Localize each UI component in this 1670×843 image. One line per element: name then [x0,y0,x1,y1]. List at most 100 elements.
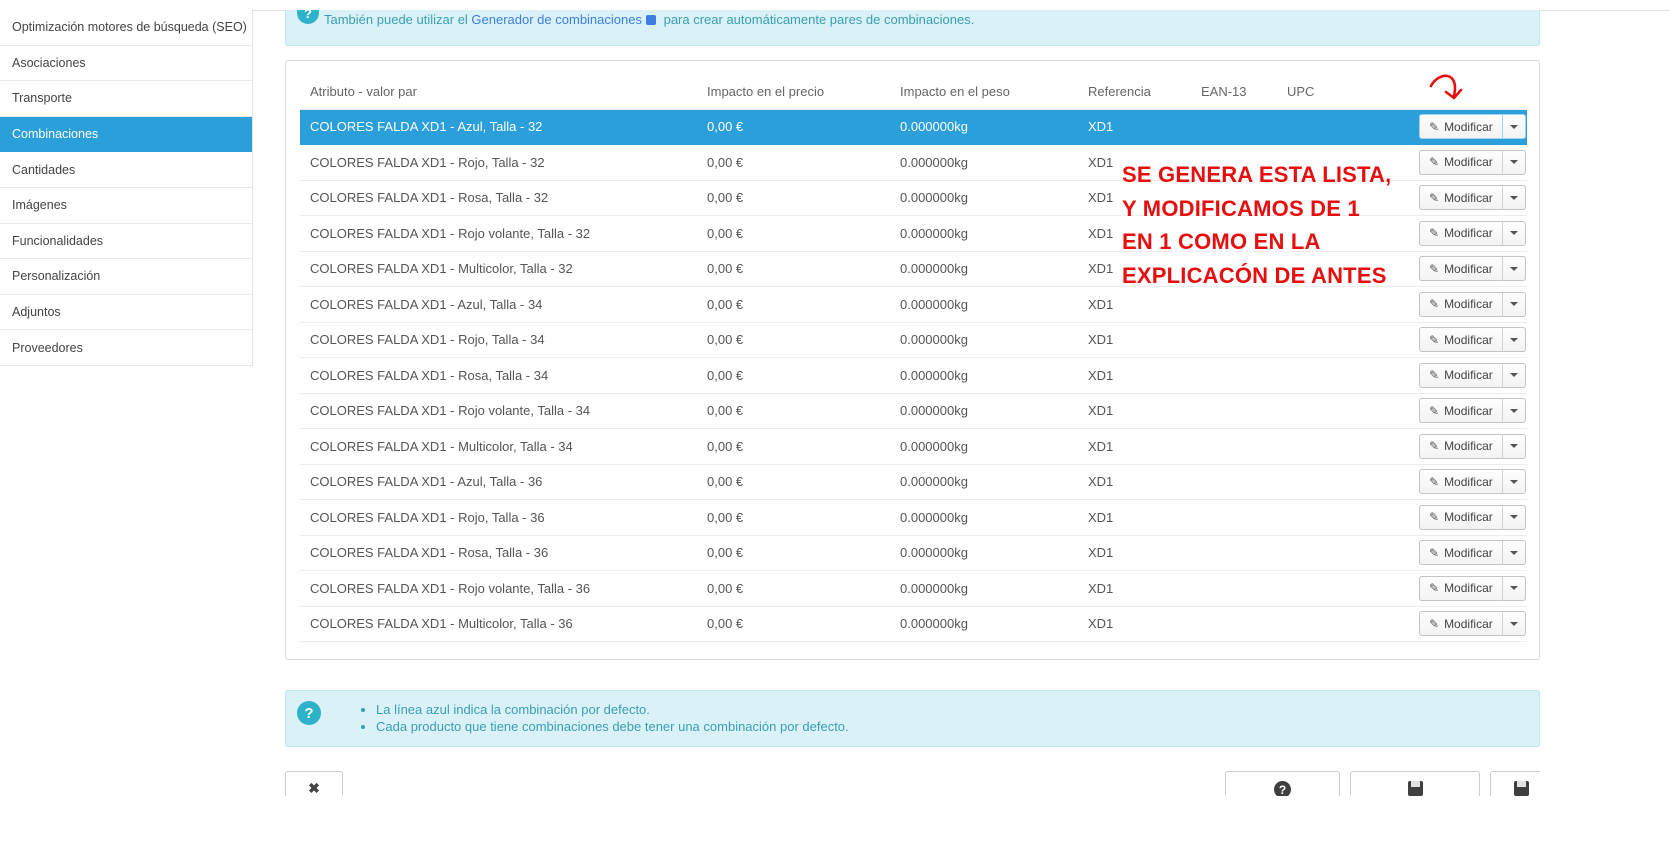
cell-ean13 [1191,535,1277,571]
cell-attribute-pair: COLORES FALDA XD1 - Rojo volante, Talla … [300,570,697,607]
modify-dropdown-toggle[interactable] [1502,398,1526,424]
pencil-icon: ✎ [1429,332,1440,347]
caret-down-icon [1509,408,1518,413]
red-annotation-line: SE GENERA ESTA LISTA, [1122,162,1392,187]
cell-upc [1277,357,1409,394]
pencil-icon: ✎ [1429,403,1440,418]
cell-price-impact: 0,00 € [697,393,890,429]
cell-actions: ✎ Modificar [1409,215,1527,252]
caret-down-icon [1509,479,1518,484]
modify-dropdown-toggle[interactable] [1502,256,1526,282]
note-text-after: para crear automáticamente pares de comb… [659,12,975,27]
cell-attribute-pair: COLORES FALDA XD1 - Rosa, Talla - 36 [300,535,697,571]
modify-button-group: ✎ Modificar [1419,185,1526,211]
sidebar-item-funcionalidades[interactable]: Funcionalidades [0,224,252,260]
sidebar-item-transporte[interactable]: Transporte [0,81,252,117]
modify-dropdown-toggle[interactable] [1502,469,1526,495]
cell-price-impact: 0,00 € [697,499,890,536]
help-button[interactable]: ? [1225,771,1340,796]
modify-dropdown-toggle[interactable] [1502,504,1526,530]
modify-button[interactable]: ✎ Modificar [1419,327,1503,353]
cell-actions: ✎ Modificar [1409,606,1527,642]
cell-attribute-pair: COLORES FALDA XD1 - Rojo, Talla - 32 [300,144,697,181]
modify-button-group: ✎ Modificar [1419,291,1526,317]
modify-dropdown-toggle[interactable] [1502,114,1526,140]
caret-down-icon [1509,515,1518,520]
modify-button[interactable]: ✎ Modificar [1419,433,1503,459]
caret-down-icon [1509,124,1518,129]
modify-button[interactable]: ✎ Modificar [1419,114,1503,140]
modify-button-group: ✎ Modificar [1419,114,1526,140]
modify-dropdown-toggle[interactable] [1502,433,1526,459]
column-header: Impacto en el peso [890,75,1078,110]
save-and-stay-button[interactable] [1350,771,1480,796]
modify-button[interactable]: ✎ Modificar [1419,504,1503,530]
sidebar-item-asociaciones[interactable]: Asociaciones [0,46,252,82]
sidebar-item-im-genes[interactable]: Imágenes [0,188,252,224]
save-button[interactable] [1490,771,1540,796]
modify-button[interactable]: ✎ Modificar [1419,469,1503,495]
sidebar-item-proveedores[interactable]: Proveedores [0,330,252,366]
cell-attribute-pair: COLORES FALDA XD1 - Rojo, Talla - 36 [300,499,697,536]
modify-dropdown-toggle[interactable] [1502,327,1526,353]
cell-weight-impact: 0.000000kg [890,322,1078,358]
modify-button-group: ✎ Modificar [1419,469,1526,495]
bottom-note-bullets: La línea azul indica la combinación por … [286,702,1539,735]
cell-reference: XD1 [1078,357,1191,394]
sidebar-item-optimizaci-n-motores-de-b-squeda-seo[interactable]: Optimización motores de búsqueda (SEO) [0,10,252,46]
red-annotation-line: Y MODIFICAMOS DE 1 [1122,195,1360,221]
modify-dropdown-toggle[interactable] [1502,575,1526,601]
modify-dropdown-toggle[interactable] [1502,362,1526,388]
external-link-icon [645,15,656,25]
cell-price-impact: 0,00 € [697,322,890,358]
sidebar-item-personalizaci-n[interactable]: Personalización [0,259,252,295]
cell-upc [1277,109,1409,145]
sidebar-item-adjuntos[interactable]: Adjuntos [0,295,252,331]
cell-weight-impact: 0.000000kg [890,109,1078,145]
modify-dropdown-toggle[interactable] [1502,611,1526,637]
red-annotation: SE GENERA ESTA LISTA, Y MODIFICAMOS DE 1 E… [1122,158,1391,292]
modify-button[interactable]: ✎ Modificar [1419,398,1503,424]
modify-dropdown-toggle[interactable] [1502,149,1526,175]
combination-row-default: COLORES FALDA XD1 - Azul, Talla - 32 0,00… [300,109,1527,145]
caret-down-icon [1509,231,1518,236]
cell-attribute-pair: COLORES FALDA XD1 - Rojo volante, Talla … [300,393,697,429]
sidebar-item-cantidades[interactable]: Cantidades [0,152,252,188]
combination-row: COLORES FALDA XD1 - Rojo, Talla - 36 0,00… [300,499,1527,536]
cell-upc [1277,393,1409,429]
modify-button[interactable]: ✎ Modificar [1419,362,1503,388]
modify-button[interactable]: ✎ Modificar [1419,256,1503,282]
cell-attribute-pair: COLORES FALDA XD1 - Azul, Talla - 32 [300,109,697,145]
sidebar-item-combinaciones[interactable]: Combinaciones [0,116,252,153]
modify-button[interactable]: ✎ Modificar [1419,291,1503,317]
cell-price-impact: 0,00 € [697,606,890,642]
top-info-note: ? También puede utilizar el Generador de… [285,10,1540,46]
combinations-generator-link[interactable]: Generador de combinaciones [471,12,642,27]
modify-button[interactable]: ✎ Modificar [1419,540,1503,566]
modify-dropdown-toggle[interactable] [1502,185,1526,211]
modify-button[interactable]: ✎ Modificar [1419,575,1503,601]
modify-button-group: ✎ Modificar [1419,362,1526,388]
cell-price-impact: 0,00 € [697,215,890,252]
modify-button[interactable]: ✎ Modificar [1419,220,1503,246]
cell-actions: ✎ Modificar [1409,570,1527,607]
cell-actions: ✎ Modificar [1409,180,1527,216]
modify-dropdown-toggle[interactable] [1502,540,1526,566]
modify-button[interactable]: ✎ Modificar [1419,611,1503,637]
modify-button[interactable]: ✎ Modificar [1419,149,1503,175]
cell-upc [1277,464,1409,500]
cell-reference: XD1 [1078,109,1191,145]
modify-button[interactable]: ✎ Modificar [1419,185,1503,211]
cell-upc [1277,606,1409,642]
pencil-icon: ✎ [1429,368,1440,383]
caret-down-icon [1509,302,1518,307]
cell-price-impact: 0,00 € [697,357,890,394]
cell-actions: ✎ Modificar [1409,428,1527,465]
cell-weight-impact: 0.000000kg [890,535,1078,571]
modify-dropdown-toggle[interactable] [1502,291,1526,317]
cancel-button[interactable]: ✖ [285,771,343,796]
modify-dropdown-toggle[interactable] [1502,220,1526,246]
cell-actions: ✎ Modificar [1409,322,1527,358]
pencil-icon: ✎ [1429,510,1440,525]
cell-weight-impact: 0.000000kg [890,428,1078,465]
